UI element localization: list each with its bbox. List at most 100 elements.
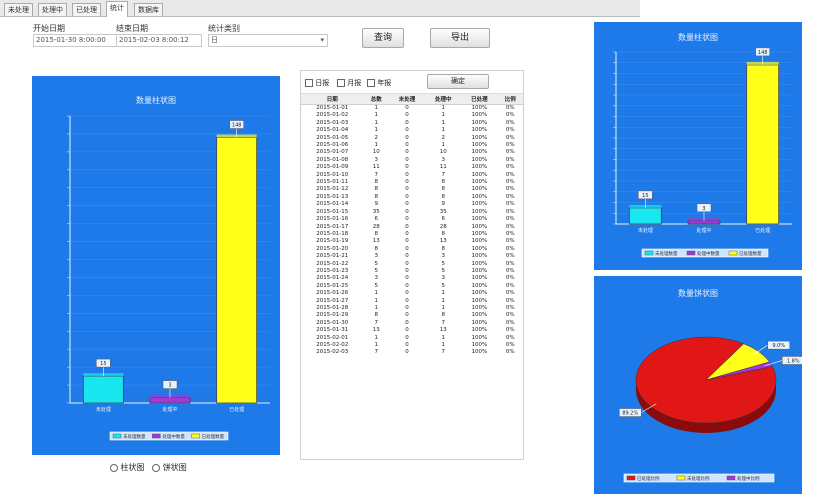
table-row[interactable]: 2015-01-05 2 0 2 100% 0% (301, 135, 523, 142)
table-row[interactable]: 2015-01-27 1 0 1 100% 0% (301, 298, 523, 305)
tab-unprocessed[interactable]: 未处理 (4, 3, 33, 16)
table-row[interactable]: 2015-01-04 1 0 1 100% 0% (301, 127, 523, 134)
table-row[interactable]: 2015-01-20 8 0 8 100% 0% (301, 246, 523, 253)
table-cell: 100% (471, 312, 488, 319)
monthly-checkbox[interactable] (337, 79, 345, 87)
table-row[interactable]: 2015-01-23 5 0 5 100% 0% (301, 268, 523, 275)
table-row[interactable]: 2015-02-01 1 0 1 100% 0% (301, 335, 523, 342)
table-row[interactable]: 2015-01-24 3 0 3 100% 0% (301, 275, 523, 282)
legend-swatch (728, 250, 738, 256)
table-cell: 0 (405, 164, 409, 171)
table-row[interactable]: 2015-01-18 8 0 8 100% 0% (301, 231, 523, 238)
table-row[interactable]: 2015-01-15 35 0 35 100% 0% (301, 209, 523, 216)
table-row[interactable]: 2015-01-31 13 0 13 100% 0% (301, 327, 523, 334)
bar (82, 375, 124, 404)
table-cell: 2015-01-02 (316, 112, 349, 119)
table-row[interactable]: 2015-01-09 11 0 11 100% 0% (301, 164, 523, 171)
category-label: 处理中 (162, 406, 177, 413)
start-date-field[interactable]: 2015-01-30 8:00:00 (33, 34, 117, 47)
table-row[interactable]: 2015-01-02 1 0 1 100% 0% (301, 112, 523, 119)
table-row[interactable]: 2015-01-16 6 0 6 100% 0% (301, 216, 523, 223)
table-cell: 100% (471, 216, 488, 223)
view-pie-option[interactable]: 饼状图 (152, 463, 187, 472)
table-cell: 3 (441, 275, 445, 282)
table-cell: 100% (471, 149, 488, 156)
table-row[interactable]: 2015-01-21 3 0 3 100% 0% (301, 253, 523, 260)
view-options: 柱状图 饼状图 (110, 462, 187, 473)
query-button[interactable]: 查询 (362, 28, 404, 48)
tab-processing[interactable]: 处理中 (38, 3, 67, 16)
table-cell: 0% (505, 230, 515, 237)
table-row[interactable]: 2015-02-03 7 0 7 100% 0% (301, 349, 523, 356)
stat-type-select[interactable]: 日 ▾ (208, 34, 328, 47)
table-row[interactable]: 2015-01-01 1 0 1 100% 0% (301, 105, 523, 113)
table-row[interactable]: 2015-01-28 1 0 1 100% 0% (301, 305, 523, 312)
table-cell: 0% (505, 275, 515, 282)
column-header[interactable]: 比例 (497, 94, 523, 105)
legend-label: 未处理数量 (655, 250, 678, 257)
view-bar-option[interactable]: 柱状图 (110, 463, 145, 472)
legend-label: 处理中比例 (737, 475, 760, 482)
daily-checkbox[interactable] (305, 79, 313, 87)
column-header[interactable]: 已处理 (461, 94, 498, 105)
legend-swatch (152, 433, 161, 439)
table-cell: 5 (374, 260, 378, 267)
table-cell: 0 (405, 349, 409, 356)
table-cell: 2015-01-28 (316, 304, 349, 311)
legend-swatch (626, 475, 636, 481)
table-row[interactable]: 2015-01-26 1 0 1 100% 0% (301, 290, 523, 297)
column-header[interactable]: 未处理 (388, 94, 426, 105)
column-header[interactable]: 日期 (301, 94, 364, 105)
table-row[interactable]: 2015-01-14 9 0 9 100% 0% (301, 201, 523, 208)
legend-swatch (686, 250, 696, 256)
table-cell: 0% (505, 290, 515, 297)
table-cell: 1 (441, 297, 445, 304)
table-cell: 8 (441, 230, 445, 237)
table-cell: 8 (374, 312, 378, 319)
table-cell: 10 (372, 149, 380, 156)
column-header[interactable]: 处理中 (425, 94, 462, 105)
table-row[interactable]: 2015-01-03 1 0 1 100% 0% (301, 120, 523, 127)
table-cell: 0% (505, 334, 515, 341)
grid-confirm-button[interactable]: 确定 (427, 74, 489, 89)
table-row[interactable]: 2015-01-06 1 0 1 100% 0% (301, 142, 523, 149)
table-row[interactable]: 2015-01-12 8 0 8 100% 0% (301, 186, 523, 193)
table-row[interactable]: 2015-01-25 5 0 5 100% 0% (301, 283, 523, 290)
table-cell: 0 (405, 179, 409, 186)
table-row[interactable]: 2015-01-30 7 0 7 100% 0% (301, 320, 523, 327)
table-cell: 100% (471, 127, 488, 134)
column-header[interactable]: 总数 (363, 94, 389, 105)
option-daily[interactable]: 日报 (305, 78, 329, 88)
table-row[interactable]: 2015-01-19 13 0 13 100% 0% (301, 238, 523, 245)
table-cell: 7 (374, 349, 378, 356)
table-row[interactable]: 2015-01-22 5 0 5 100% 0% (301, 261, 523, 268)
table-cell: 8 (374, 179, 378, 186)
table-cell: 0% (505, 267, 515, 274)
table-row[interactable]: 2015-01-11 8 0 8 100% 0% (301, 179, 523, 186)
category-label: 未处理 (96, 406, 111, 413)
table-cell: 1 (374, 142, 378, 149)
tab-statistics[interactable]: 统计 (106, 1, 128, 17)
tab-processed[interactable]: 已处理 (72, 3, 101, 16)
tab-database[interactable]: 数据库 (134, 3, 163, 16)
table-cell: 1 (441, 127, 445, 134)
view-bar-radio[interactable] (110, 463, 118, 472)
table-cell: 100% (471, 230, 488, 237)
table-row[interactable]: 2015-01-13 8 0 8 100% 0% (301, 194, 523, 201)
option-yearly[interactable]: 年报 (367, 78, 391, 88)
option-monthly[interactable]: 月报 (337, 78, 361, 88)
table-cell: 2015-01-06 (316, 142, 349, 149)
table-row[interactable]: 2015-01-10 7 0 7 100% 0% (301, 172, 523, 179)
table-row[interactable]: 2015-01-29 8 0 8 100% 0% (301, 312, 523, 319)
view-pie-radio[interactable] (152, 463, 161, 472)
table-row[interactable]: 2015-01-17 28 0 28 100% 0% (301, 224, 523, 231)
table-cell: 0 (405, 156, 409, 163)
table-row[interactable]: 2015-01-08 3 0 3 100% 0% (301, 157, 523, 164)
end-date-field[interactable]: 2015-02-03 8:00:12 (116, 34, 202, 47)
table-row[interactable]: 2015-01-07 10 0 10 100% 0% (301, 149, 523, 156)
yearly-checkbox[interactable] (367, 79, 375, 87)
table-row[interactable]: 2015-02-02 1 0 1 100% 0% (301, 342, 523, 349)
table-cell: 0 (405, 282, 409, 289)
bar-chart-large-panel: 数量柱状图 15 未处理 3 处理中 148 已处理 未处理数量 处理中数量 已处理数量 (32, 76, 280, 455)
export-button[interactable]: 导出 (430, 28, 490, 48)
